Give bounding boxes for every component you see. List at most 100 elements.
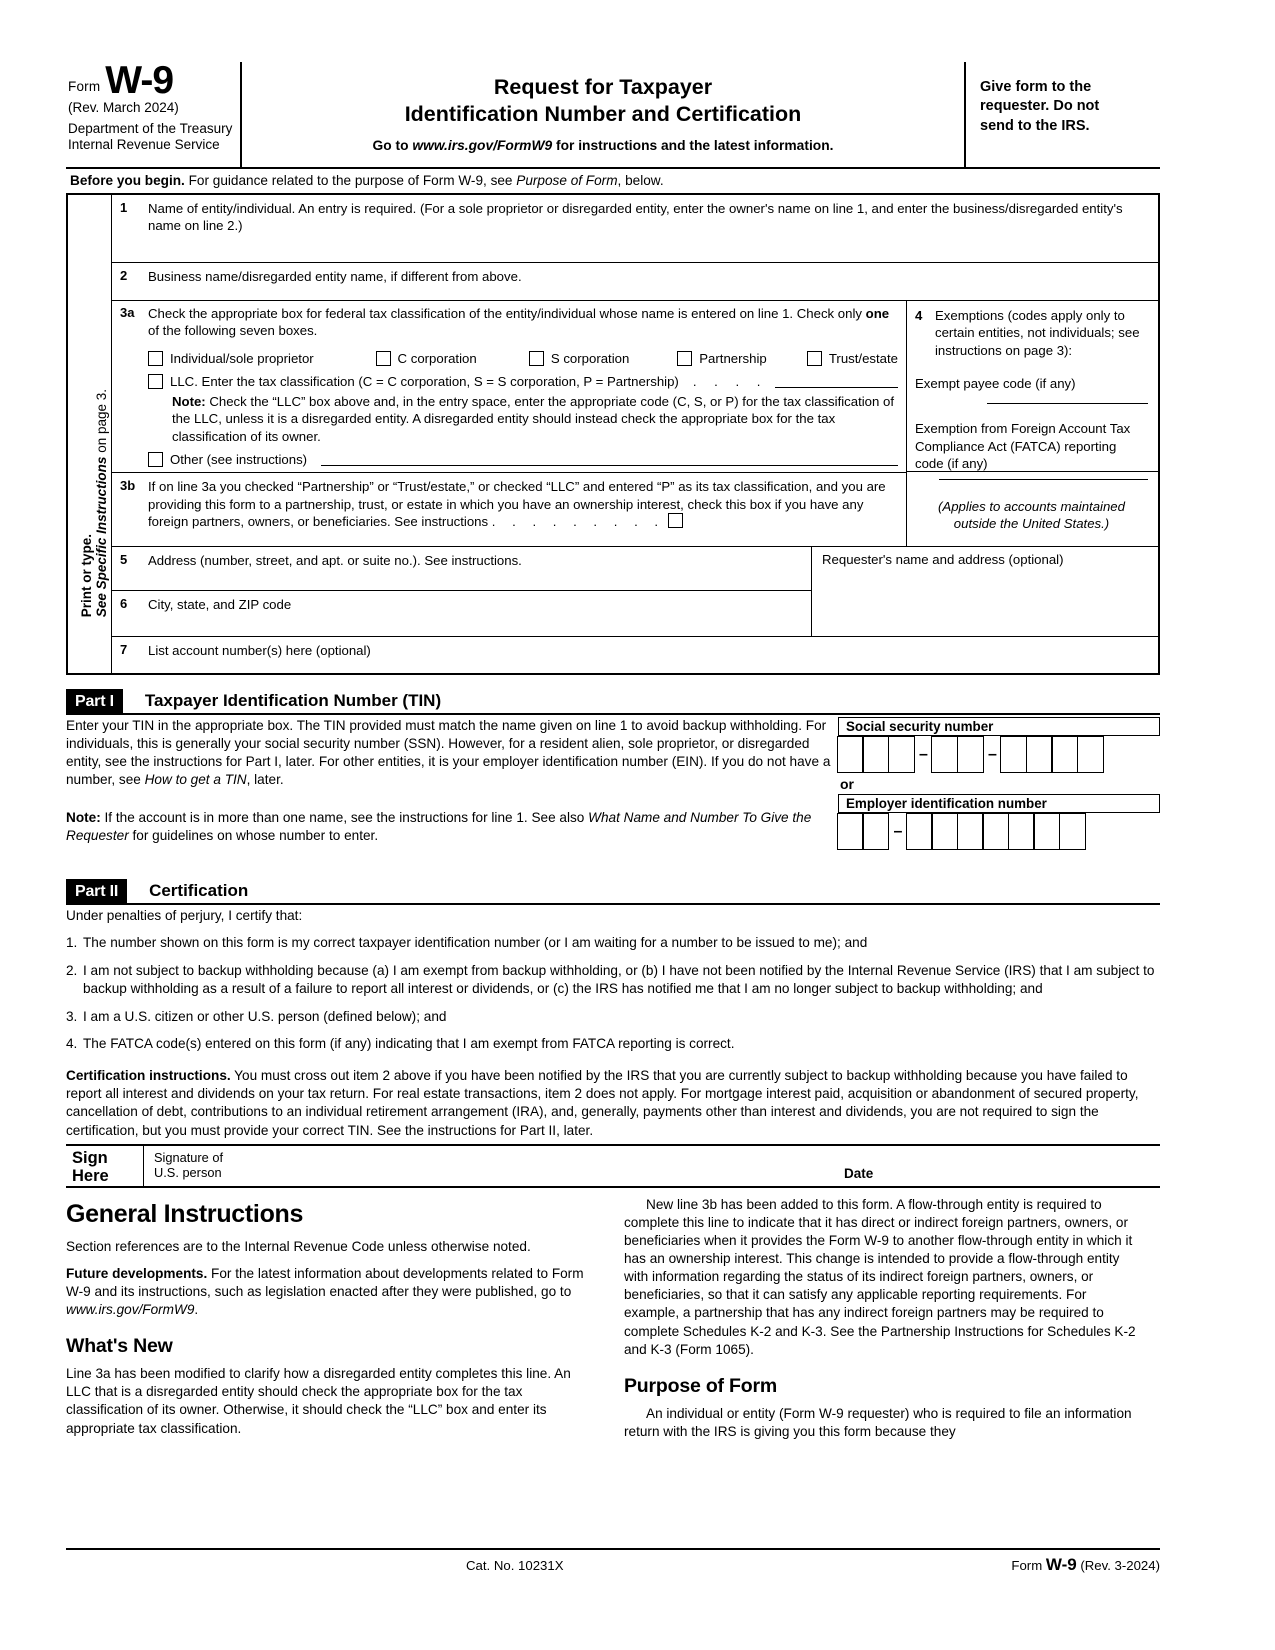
exemptions-title: 4 Exemptions (codes apply only to certain… [915, 307, 1148, 359]
llc-label: LLC. Enter the tax classification (C = C… [170, 373, 679, 389]
certification-intro: Under penalties of perjury, I certify th… [66, 908, 303, 923]
exemptions-title-text: Exemptions (codes apply only to certain … [935, 308, 1140, 358]
line-7-row[interactable]: 7 List account number(s) here (optional) [112, 637, 1158, 675]
whats-new-paragraph-2: New line 3b has been added to this form.… [624, 1197, 1136, 1357]
ssn-cell[interactable] [1000, 736, 1027, 773]
part-1-note-pre: If the account is in more than one name,… [100, 810, 589, 826]
checkbox-box-icon[interactable] [677, 350, 693, 366]
exemptions-divider [907, 471, 1158, 472]
ssn-cell[interactable] [931, 736, 958, 773]
checkbox-label: C corporation [397, 350, 477, 366]
part-2-header: Part II Certification [66, 879, 1160, 905]
line-6-label: City, state, and ZIP code [148, 597, 292, 612]
whats-new-paragraph-1: Line 3a has been modified to clarify how… [66, 1366, 571, 1436]
irs-url-link[interactable]: www.irs.gov/FormW9 [412, 138, 552, 153]
ein-cell[interactable] [931, 813, 958, 850]
ssn-input-cells[interactable]: – – [836, 736, 1160, 773]
goto-prefix: Go to [372, 138, 413, 154]
line-2-row[interactable]: 2 Business name/disregarded entity name,… [112, 263, 1158, 301]
ein-cell[interactable] [836, 813, 864, 850]
ein-cell[interactable] [956, 813, 984, 850]
ein-cell[interactable] [1058, 813, 1086, 850]
line-6-row[interactable]: 6 City, state, and ZIP code [112, 591, 811, 635]
line-2-number: 2 [120, 268, 128, 283]
header-give-form-block: Give form to the requester. Do not send … [964, 62, 1160, 167]
checkbox-llc-row[interactable]: LLC. Enter the tax classification (C = C… [148, 373, 898, 389]
other-input[interactable] [321, 453, 898, 467]
future-developments-post: . [194, 1302, 199, 1318]
ssn-cell[interactable] [887, 736, 915, 773]
instructions-section: General Instructions Section references … [66, 1196, 1160, 1496]
checkbox-c-corporation[interactable]: C corporation [375, 350, 529, 366]
part-1-note: Note: If the account is in more than one… [66, 809, 836, 845]
checkbox-box-icon[interactable] [528, 350, 544, 366]
ssn-cell[interactable] [836, 736, 864, 773]
form-title-line2: Identification Number and Certification [404, 101, 802, 126]
applies-to-accounts-note: (Applies to accounts maintained outside … [915, 498, 1148, 532]
fatca-code-input[interactable] [939, 472, 1148, 480]
part-1-header: Part I Taxpayer Identification Number (T… [66, 689, 1160, 715]
line-3a-note-text: Check the “LLC” box above and, in the en… [172, 393, 895, 444]
tax-classification-checkbox-row: Individual/sole proprietor C corporation… [148, 350, 898, 366]
ein-label: Employer identification number [838, 794, 1160, 813]
checkbox-partnership[interactable]: Partnership [677, 350, 807, 366]
exempt-payee-code-input[interactable] [987, 392, 1148, 405]
ssn-cell[interactable] [1076, 736, 1104, 773]
ssn-cell[interactable] [1025, 736, 1053, 773]
form-number-title: W-9 [105, 59, 174, 102]
future-developments-text: Future developments. For the latest info… [66, 1265, 584, 1319]
ein-cell[interactable] [862, 813, 889, 850]
certification-item-text: I am not subject to backup withholding b… [83, 962, 1155, 997]
form-title-line1: Request for Taxpayer [493, 75, 713, 99]
checkbox-box-icon[interactable] [148, 452, 163, 468]
checkbox-foreign-partners[interactable] [667, 513, 683, 529]
footer-form-word: Form [1011, 1558, 1046, 1573]
see-specific-instructions-label: See Specific Instructions on page 3. [94, 389, 109, 617]
line-1-row[interactable]: 1 Name of entity/individual. An entry is… [112, 195, 1158, 263]
ssn-cell[interactable] [862, 736, 889, 773]
checkbox-box-icon[interactable] [148, 373, 163, 389]
part-1-title: Taxpayer Identification Number (TIN) [144, 691, 442, 710]
line-1-number: 1 [120, 200, 128, 215]
print-or-type-label: Print or type. [79, 533, 94, 617]
checkbox-individual-sole-proprietor[interactable]: Individual/sole proprietor [148, 350, 376, 366]
ssn-cell[interactable] [1051, 736, 1078, 773]
checkbox-label: S corporation [550, 350, 630, 366]
catalog-number: Cat. No. 10231X [466, 1558, 564, 1573]
certification-item: 3. I am a U.S. citizen or other U.S. pers… [66, 1008, 1160, 1026]
line-5-row[interactable]: 5 Address (number, street, and apt. or s… [112, 547, 811, 591]
certification-instructions: Certification instructions. You must cro… [66, 1067, 1160, 1141]
checkbox-box-icon[interactable] [375, 350, 391, 366]
checkbox-box-icon[interactable] [148, 350, 163, 366]
checkbox-s-corporation[interactable]: S corporation [528, 350, 677, 366]
ein-cell[interactable] [905, 813, 933, 850]
checkbox-other-row[interactable]: Other (see instructions) [148, 452, 898, 468]
ssn-label: Social security number [838, 717, 1160, 736]
purpose-of-form-ref: Purpose of Form [516, 173, 618, 188]
checkbox-trust-estate[interactable]: Trust/estate [806, 350, 898, 366]
main-form-box: Print or type. See Specific Instructions… [66, 193, 1160, 675]
line-3b-number: 3b [120, 478, 136, 493]
checkbox-label: Partnership [699, 350, 767, 366]
part-2-title: Certification [149, 881, 249, 900]
ein-cell[interactable] [982, 813, 1009, 850]
ein-cell[interactable] [1033, 813, 1060, 850]
form-body: 1 Name of entity/individual. An entry is… [112, 195, 1158, 673]
checkbox-box-icon[interactable] [806, 350, 822, 366]
ein-cell[interactable] [1007, 813, 1035, 850]
ein-input-cells[interactable]: – [836, 813, 1160, 850]
future-developments-bold: Future developments. [66, 1266, 208, 1282]
ssn-dash-separator: – [988, 745, 997, 763]
certification-item: 2. I am not subject to backup withholding… [66, 962, 1160, 999]
before-you-begin-text2: , below. [617, 173, 664, 188]
line-5-label: Address (number, street, and apt. or sui… [148, 553, 522, 568]
future-developments-url[interactable]: www.irs.gov/FormW9 [66, 1302, 194, 1317]
see-specific-instructions-italic: See Specific Instructions [94, 456, 109, 617]
ssn-cell[interactable] [956, 736, 984, 773]
form-sidebar: Print or type. See Specific Instructions… [68, 195, 112, 673]
requester-column[interactable]: Requester's name and address (optional) [812, 547, 1158, 636]
llc-code-input[interactable] [775, 375, 898, 388]
sign-here-box: Sign Here Signature of U.S. person Date [66, 1144, 1160, 1188]
signature-field[interactable]: Signature of U.S. person Date [144, 1146, 1160, 1186]
line-5-number: 5 [120, 552, 128, 567]
